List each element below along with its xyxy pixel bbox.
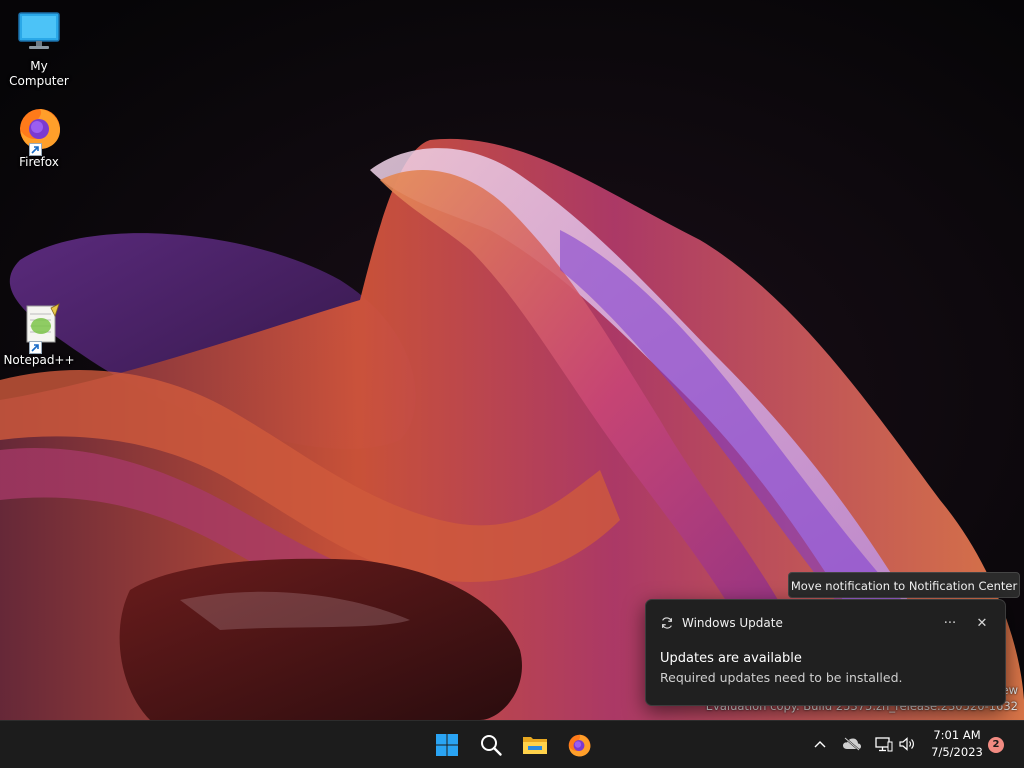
desktop-icon-my-computer[interactable]: My Computer [0, 8, 78, 89]
volume-icon [899, 737, 915, 751]
toast-close-button[interactable]: ✕ [969, 612, 995, 634]
show-hidden-icons-button[interactable] [810, 731, 830, 757]
taskbar-start-button[interactable] [427, 725, 467, 765]
network-volume-tray-button[interactable] [870, 731, 920, 757]
taskbar-clock[interactable]: 7:01 AM 7/5/2023 [926, 727, 988, 761]
desktop-icon-label: My Computer [9, 59, 69, 88]
toast-notification[interactable]: Windows Update ··· ✕ Updates are availab… [645, 599, 1006, 706]
desktop-icon-label: Firefox [19, 155, 59, 169]
cloud-off-icon [842, 737, 862, 751]
sync-icon [660, 616, 674, 630]
taskbar-search-button[interactable] [471, 725, 511, 765]
monitor-icon [15, 8, 63, 56]
search-icon [479, 733, 503, 757]
taskbar: 7:01 AM 7/5/2023 2 [0, 720, 1024, 768]
tooltip-move-notification: Move notification to Notification Center [788, 572, 1020, 598]
desktop-icon-notepad-plus-plus[interactable]: Notepad++ [0, 302, 78, 368]
notification-count-badge[interactable]: 2 [988, 737, 1004, 753]
desktop-icon-label: Notepad++ [3, 353, 75, 367]
toast-title: Updates are available [660, 651, 802, 666]
windows-logo-icon [435, 733, 459, 757]
shortcut-arrow-icon [29, 143, 42, 156]
chevron-up-icon [814, 740, 826, 748]
taskbar-file-explorer-button[interactable] [515, 725, 555, 765]
toast-app-name: Windows Update [682, 616, 783, 630]
shortcut-arrow-icon [29, 341, 42, 354]
notepad-plus-plus-icon [15, 302, 63, 354]
toast-more-options-button[interactable]: ··· [937, 612, 963, 634]
clock-date: 7/5/2023 [931, 745, 983, 759]
toast-header: Windows Update ··· ✕ [660, 612, 995, 634]
taskbar-firefox-button[interactable] [559, 725, 599, 765]
toast-body: Required updates need to be installed. [660, 670, 903, 685]
desktop-icon-firefox[interactable]: Firefox [0, 104, 78, 170]
clock-time: 7:01 AM [933, 728, 981, 742]
onedrive-tray-button[interactable] [840, 731, 864, 757]
firefox-icon [566, 732, 592, 758]
folder-icon [522, 733, 548, 757]
network-icon [875, 736, 893, 752]
firefox-icon [15, 104, 63, 156]
